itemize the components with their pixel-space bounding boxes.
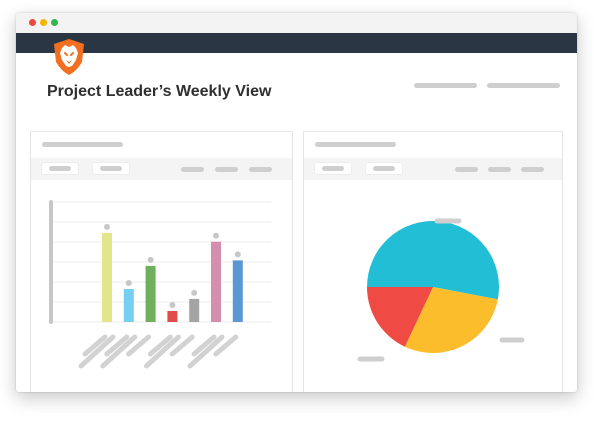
bar-chart-panel (30, 131, 293, 392)
bar[interactable] (189, 298, 200, 322)
bar[interactable] (145, 265, 156, 322)
title-bar (16, 13, 577, 33)
pie-chart-panel (303, 131, 563, 392)
header-placeholder-1 (414, 83, 477, 88)
close-dot[interactable] (29, 19, 36, 26)
page-title: Project Leader’s Weekly View (47, 83, 272, 100)
bar[interactable] (232, 260, 243, 322)
maximize-dot[interactable] (51, 19, 58, 26)
bar[interactable] (102, 232, 112, 322)
lion-logo-icon[interactable] (51, 38, 87, 76)
bar[interactable] (123, 289, 134, 322)
minimize-dot[interactable] (40, 19, 47, 26)
bar-marker (147, 256, 154, 263)
bar-marker (213, 232, 219, 239)
bar[interactable] (167, 311, 178, 322)
bar-marker (191, 289, 198, 296)
bar[interactable] (211, 241, 221, 322)
app-window: Project Leader’s Weekly View (16, 13, 577, 392)
bar-marker (234, 251, 241, 258)
bar-marker (169, 302, 176, 308)
bar-chart (49, 200, 271, 369)
bar-marker (104, 223, 110, 230)
bar-marker (125, 280, 132, 286)
top-navbar (16, 33, 577, 53)
header-placeholder-2 (487, 83, 560, 88)
pie-chart (357, 218, 525, 362)
